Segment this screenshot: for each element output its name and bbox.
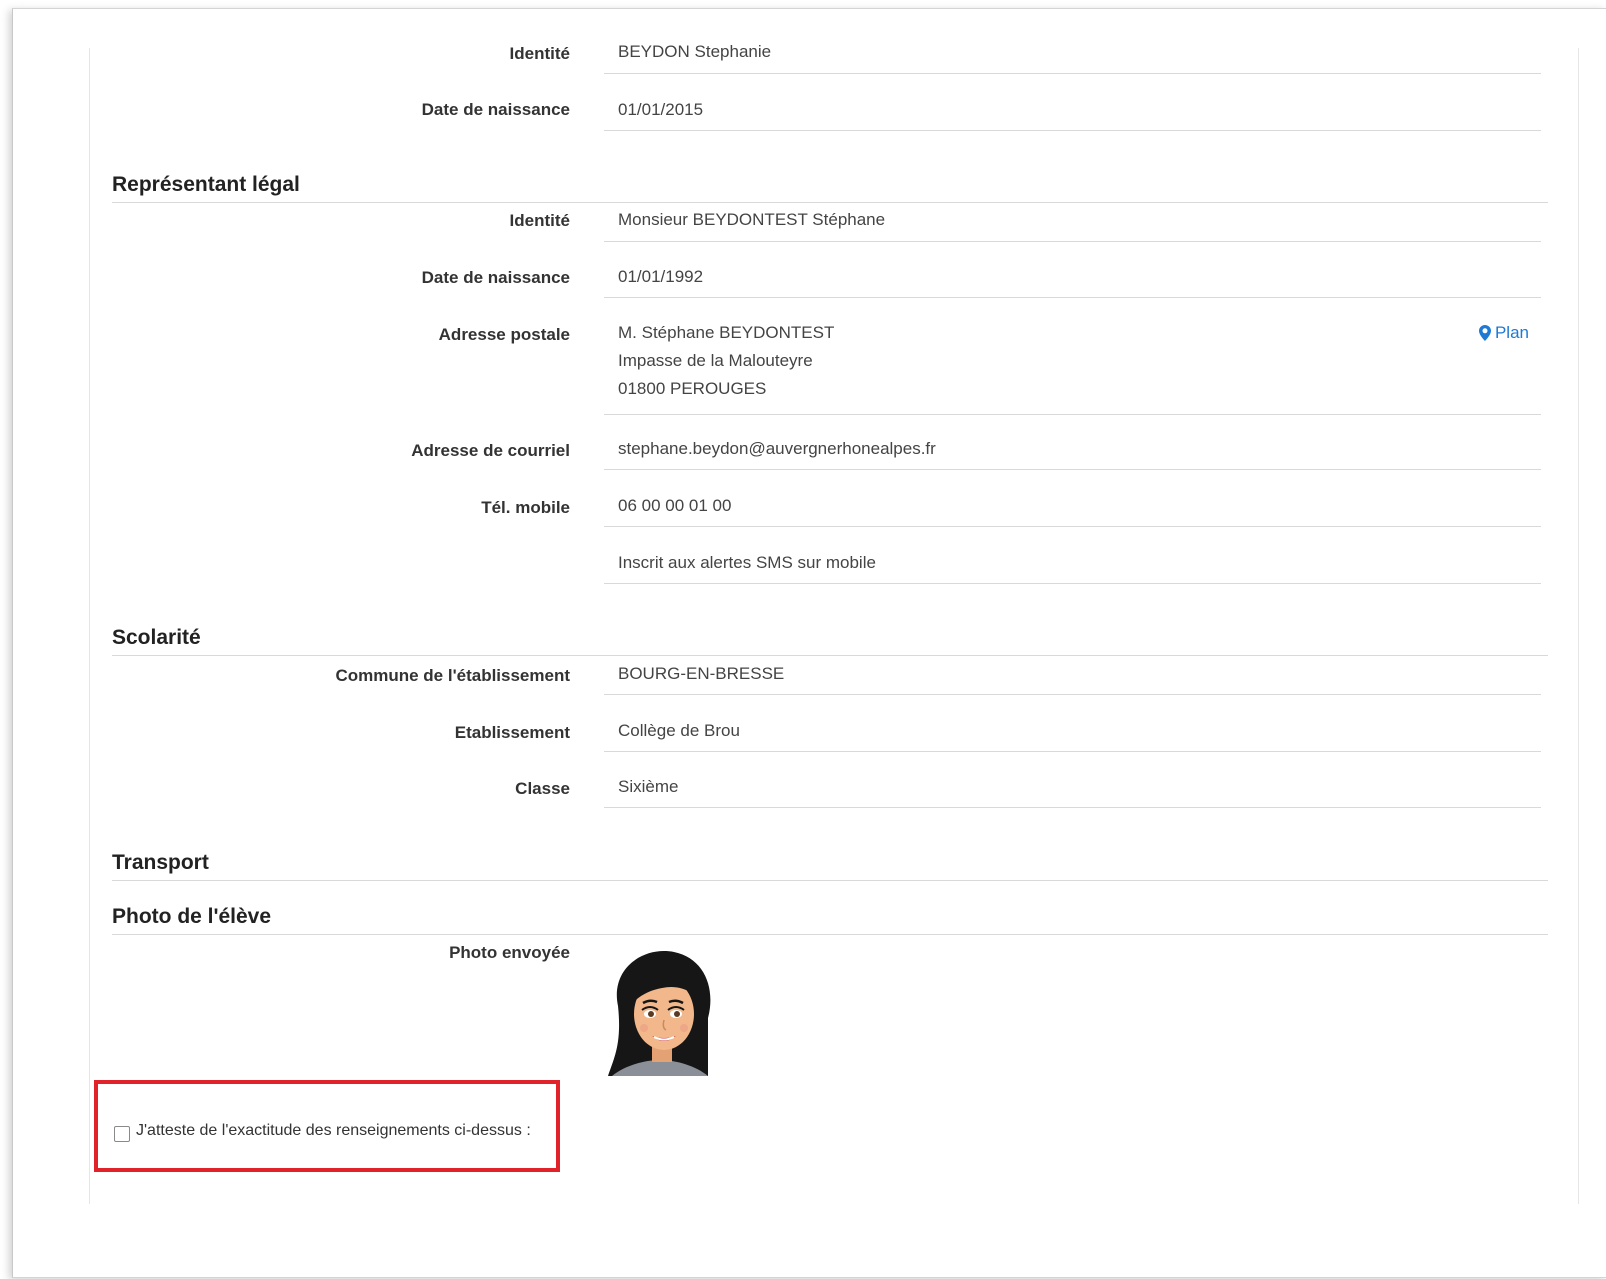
field-representant-identite: Identité Monsieur BEYDONTEST Stéphane xyxy=(112,206,1542,242)
field-value: Monsieur BEYDONTEST Stéphane xyxy=(604,206,1541,242)
field-label: Adresse de courriel xyxy=(411,441,570,460)
field-value: 01/01/2015 xyxy=(604,96,1541,131)
student-avatar xyxy=(604,948,716,1076)
field-label: Identité xyxy=(509,44,570,63)
field-scolarite-classe: Classe Sixième xyxy=(112,773,1542,809)
field-value: stephane.beydon@auvergnerhonealpes.fr xyxy=(604,435,1541,470)
address-line-3: 01800 PEROUGES xyxy=(618,379,767,398)
section-title-representant: Représentant légal xyxy=(112,172,1548,203)
field-representant-naissance: Date de naissance 01/01/1992 xyxy=(112,263,1542,299)
section-title-transport: Transport xyxy=(112,850,1548,881)
field-scolarite-commune: Commune de l'établissement BOURG-EN-BRES… xyxy=(112,660,1542,696)
field-representant-sms: Inscrit aux alertes SMS sur mobile xyxy=(112,549,1542,585)
field-label: Date de naissance xyxy=(421,100,570,119)
field-label: Commune de l'établissement xyxy=(335,666,570,685)
attestation-highlight: J'atteste de l'exactitude des renseignem… xyxy=(94,1080,560,1172)
plan-link[interactable]: Plan xyxy=(1478,319,1529,347)
field-label: Date de naissance xyxy=(421,268,570,287)
field-value: Collège de Brou xyxy=(604,717,1541,752)
field-eleve-identite: Identité BEYDON Stephanie xyxy=(112,40,1542,74)
field-label: Tél. mobile xyxy=(481,498,570,517)
field-label: Photo envoyée xyxy=(449,943,570,962)
map-marker-icon xyxy=(1478,325,1491,341)
attestation-checkbox[interactable] xyxy=(114,1126,130,1142)
field-photo-envoyee: Photo envoyée xyxy=(112,943,1542,973)
address-block: M. Stéphane BEYDONTEST Impasse de la Mal… xyxy=(604,319,1541,415)
field-scolarite-etablissement: Etablissement Collège de Brou xyxy=(112,717,1542,753)
field-value: 06 00 00 01 00 xyxy=(604,492,1541,527)
plan-label: Plan xyxy=(1494,323,1529,342)
field-label: Adresse postale xyxy=(438,325,570,344)
address-line-1: M. Stéphane BEYDONTEST xyxy=(618,323,835,342)
field-value: Sixième xyxy=(604,773,1541,808)
field-representant-adresse: Adresse postale M. Stéphane BEYDONTEST I… xyxy=(112,319,1542,416)
field-eleve-naissance: Date de naissance 01/01/2015 xyxy=(112,96,1542,132)
section-title-scolarite: Scolarité xyxy=(112,625,1548,656)
field-value: 01/01/1992 xyxy=(604,263,1541,298)
field-value: Inscrit aux alertes SMS sur mobile xyxy=(604,549,1541,584)
field-value: BEYDON Stephanie xyxy=(604,40,1541,74)
attestation-label[interactable]: J'atteste de l'exactitude des renseignem… xyxy=(136,1122,531,1140)
field-label: Classe xyxy=(515,779,570,798)
field-representant-mobile: Tél. mobile 06 00 00 01 00 xyxy=(112,492,1542,528)
address-line-2: Impasse de la Malouteyre xyxy=(618,351,813,370)
section-title-photo: Photo de l'élève xyxy=(112,904,1548,935)
field-label: Etablissement xyxy=(454,723,570,742)
field-label: Identité xyxy=(509,211,570,230)
field-representant-courriel: Adresse de courriel stephane.beydon@auve… xyxy=(112,435,1542,471)
field-value: BOURG-EN-BRESSE xyxy=(604,660,1541,695)
